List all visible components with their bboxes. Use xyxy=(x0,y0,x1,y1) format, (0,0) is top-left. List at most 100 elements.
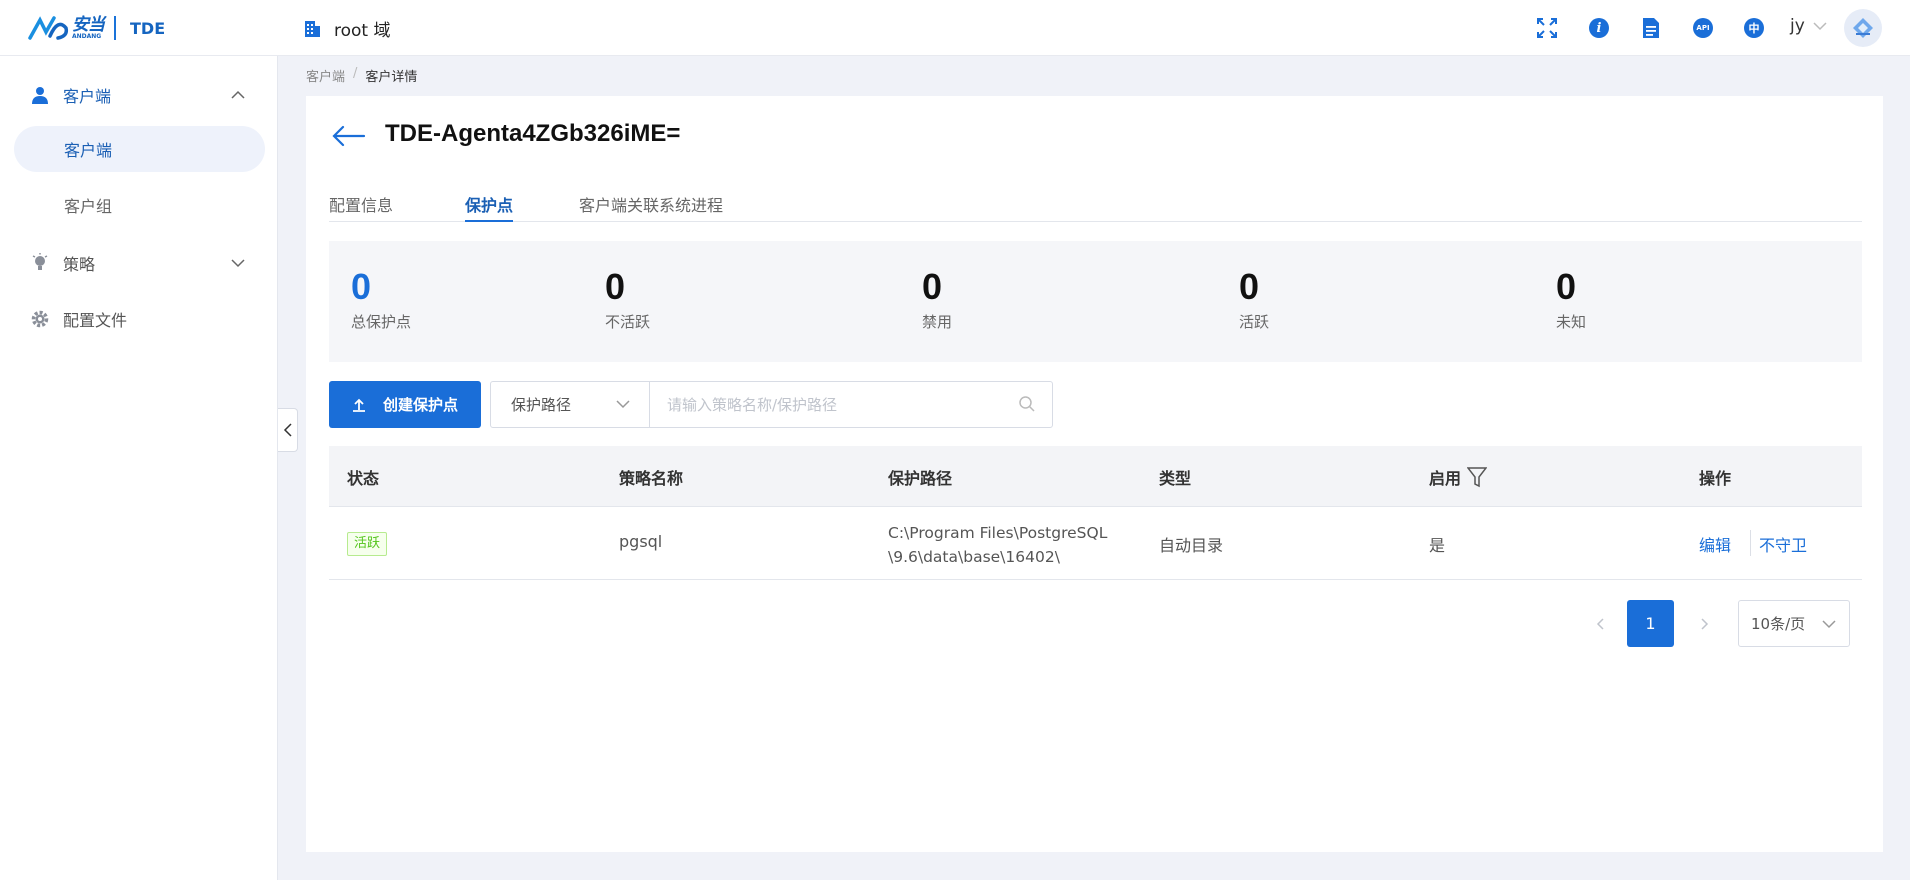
stat-label: 总保护点 xyxy=(351,313,412,331)
stats-panel: 0 总保护点 0 不活跃 0 禁用 0 活跃 0 未知 xyxy=(329,241,1862,362)
chevron-down-icon xyxy=(1822,620,1836,629)
lightbulb-icon xyxy=(30,253,50,273)
filter-icon[interactable] xyxy=(1467,466,1488,488)
chevron-up-icon xyxy=(231,90,245,99)
select-value: 保护路径 xyxy=(511,396,572,414)
stat-value: 0 xyxy=(605,266,626,307)
pagination-page-button[interactable]: 1 xyxy=(1627,600,1674,647)
stat-value: 0 xyxy=(351,266,372,307)
stat-total: 0 总保护点 xyxy=(351,267,411,332)
stat-label: 不活跃 xyxy=(605,313,651,331)
stat-label: 未知 xyxy=(1556,313,1587,331)
path-line: \9.6\data\base\16402\ xyxy=(888,548,1060,566)
sidebar-subitem-label: 客户端 xyxy=(64,141,113,160)
tab-client-processes[interactable]: 客户端关联系统进程 xyxy=(579,192,723,222)
unguard-link[interactable]: 不守卫 xyxy=(1759,532,1807,556)
chevron-left-icon xyxy=(283,423,292,437)
tab-protection-points[interactable]: 保护点 xyxy=(465,192,514,222)
chevron-down-icon xyxy=(1813,22,1827,31)
sidebar-item-label: 策略 xyxy=(63,255,96,274)
domain-selector[interactable]: root 域 xyxy=(302,16,391,41)
search-icon[interactable] xyxy=(1018,395,1036,413)
sidebar: 客户端 客户端 客户组 策略 配置文件 xyxy=(0,56,278,880)
stat-label: 活跃 xyxy=(1239,313,1270,331)
chevron-down-icon xyxy=(231,259,245,268)
sidebar-item-policy[interactable]: 策略 xyxy=(0,240,278,286)
enabled-cell: 是 xyxy=(1429,536,1446,555)
column-header-label: 启用 xyxy=(1429,469,1462,488)
language-icon[interactable]: 中 xyxy=(1743,17,1765,39)
stat-value: 0 xyxy=(1239,266,1260,307)
search-field-select[interactable]: 保护路径 xyxy=(490,381,650,428)
tab-bar: 配置信息 保护点 客户端关联系统进程 xyxy=(329,192,1862,222)
sidebar-item-label: 客户端 xyxy=(63,87,112,106)
edit-link[interactable]: 编辑 xyxy=(1699,532,1731,556)
breadcrumb-current: 客户详情 xyxy=(365,70,418,85)
search-input[interactable] xyxy=(667,395,1007,414)
domain-label: root 域 xyxy=(334,21,391,41)
user-menu[interactable]: jy xyxy=(1790,16,1827,36)
info-icon[interactable]: i xyxy=(1588,17,1610,39)
sidebar-subitem-client[interactable]: 客户端 xyxy=(14,126,265,172)
back-arrow-icon[interactable] xyxy=(330,124,366,148)
protection-points-table: 状态 策略名称 保护路径 类型 启用 操作 活跃 pgsql C:\Progra… xyxy=(329,446,1862,580)
sidebar-subitem-label: 客户组 xyxy=(64,197,113,216)
table-header: 状态 策略名称 保护路径 类型 启用 操作 xyxy=(329,446,1862,507)
column-header-type: 类型 xyxy=(1159,469,1192,488)
stat-active: 0 活跃 xyxy=(1239,267,1269,332)
sidebar-collapse-button[interactable] xyxy=(278,408,298,452)
stat-unknown: 0 未知 xyxy=(1556,267,1586,332)
sidebar-item-client[interactable]: 客户端 xyxy=(0,72,278,118)
tab-config-info[interactable]: 配置信息 xyxy=(329,192,393,222)
avatar[interactable] xyxy=(1844,9,1882,47)
status-badge: 活跃 xyxy=(347,532,388,556)
user-icon xyxy=(30,85,50,105)
stat-disabled: 0 禁用 xyxy=(922,267,952,332)
logo-mark-icon xyxy=(28,16,69,40)
stat-value: 0 xyxy=(1556,266,1577,307)
breadcrumb: 客户端 / 客户详情 xyxy=(306,66,417,85)
create-protection-point-button[interactable]: 创建保护点 xyxy=(329,381,481,428)
user-name: jy xyxy=(1790,16,1805,36)
gear-icon xyxy=(30,309,50,329)
fullscreen-icon[interactable] xyxy=(1536,17,1558,39)
stat-label: 禁用 xyxy=(922,313,953,331)
sidebar-item-label: 配置文件 xyxy=(63,311,128,330)
column-header-status: 状态 xyxy=(347,469,380,488)
product-name: TDE xyxy=(130,18,166,38)
top-header: 安当 ANDANG TDE root 域 i API 中 jy xyxy=(0,0,1910,56)
column-header-policy-name: 策略名称 xyxy=(619,469,684,488)
logo[interactable]: 安当 ANDANG TDE xyxy=(28,14,165,42)
api-icon[interactable]: API xyxy=(1692,17,1714,39)
create-button-label: 创建保护点 xyxy=(383,396,459,414)
pagination-next-icon[interactable] xyxy=(1694,614,1714,634)
action-divider xyxy=(1750,530,1751,556)
api-label: API xyxy=(1693,18,1713,38)
stat-value: 0 xyxy=(922,266,943,307)
building-icon xyxy=(305,20,320,37)
search-box xyxy=(649,381,1053,428)
type-cell: 自动目录 xyxy=(1159,536,1224,555)
policy-name-cell: pgsql xyxy=(619,532,663,551)
language-label: 中 xyxy=(1744,18,1764,38)
page-size-select[interactable]: 10条/页 xyxy=(1738,600,1850,647)
breadcrumb-separator: / xyxy=(353,66,358,81)
chevron-down-icon xyxy=(616,400,630,409)
stat-inactive: 0 不活跃 xyxy=(605,267,650,332)
page-size-value: 10条/页 xyxy=(1751,615,1806,633)
table-row: 活跃 pgsql C:\Program Files\PostgreSQL \9.… xyxy=(329,507,1862,580)
column-header-enabled: 启用 xyxy=(1429,465,1488,489)
logo-cn-text: 安当 xyxy=(72,14,105,35)
upload-icon xyxy=(353,398,365,412)
logo-divider xyxy=(114,16,116,40)
document-icon[interactable] xyxy=(1640,17,1662,39)
sidebar-subitem-client-group[interactable]: 客户组 xyxy=(14,182,265,228)
column-header-actions: 操作 xyxy=(1699,469,1732,488)
logo-en-text: ANDANG xyxy=(72,32,102,40)
page-title: TDE-Agenta4ZGb326iME= xyxy=(385,120,681,147)
pagination-prev-icon[interactable] xyxy=(1591,614,1611,634)
protection-path-cell: C:\Program Files\PostgreSQL \9.6\data\ba… xyxy=(888,521,1118,569)
path-line: C:\Program Files\PostgreSQL xyxy=(888,524,1108,542)
sidebar-item-config-file[interactable]: 配置文件 xyxy=(0,296,278,342)
breadcrumb-item[interactable]: 客户端 xyxy=(306,66,345,85)
